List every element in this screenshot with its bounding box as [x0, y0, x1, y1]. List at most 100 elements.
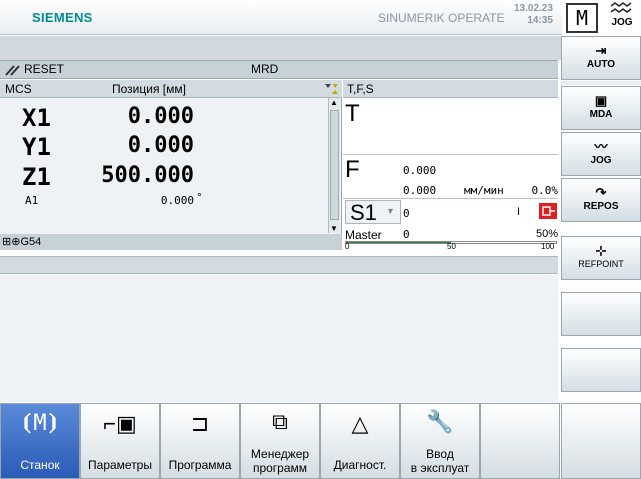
- spindle-direction: I: [517, 206, 521, 218]
- softkey-auto[interactable]: ⇥ AUTO: [561, 36, 641, 80]
- tfs-header: T,F,S: [343, 80, 558, 98]
- brand-logo: SIEMENS: [32, 10, 93, 25]
- softkey-repos-label: REPOS: [583, 201, 619, 212]
- softkey-refpoint[interactable]: ⊹ REFPOINT: [561, 236, 641, 280]
- axis-name-y1: Y1: [22, 133, 51, 161]
- spindle-selector[interactable]: S1 ▼: [345, 200, 401, 225]
- softkey-program-manager-label: Менеджер программ: [250, 447, 310, 475]
- axis-name-a1: A1: [25, 194, 39, 207]
- master-label: Master: [345, 228, 382, 242]
- scroll-down-icon[interactable]: ▼: [330, 224, 338, 233]
- softkey-empty-h7[interactable]: [480, 403, 560, 479]
- feed-value: 0.000: [403, 164, 437, 177]
- spindle-load-fill: [346, 242, 451, 243]
- tool-label: T: [345, 100, 360, 127]
- mda-window-icon: ▣: [594, 93, 608, 108]
- divider: [343, 154, 558, 155]
- softkey-empty-6[interactable]: [561, 292, 641, 336]
- repos-curve-icon: ↷: [595, 185, 607, 200]
- axis-value-y1: 0.000: [127, 133, 194, 158]
- softkey-auto-label: AUTO: [586, 59, 616, 70]
- refpoint-icon: ⊹: [595, 243, 607, 258]
- softkey-empty-8[interactable]: [561, 403, 641, 479]
- softkey-diagnostics[interactable]: △ Диагност.: [320, 403, 400, 479]
- zoom-toggle-icon[interactable]: [323, 82, 339, 96]
- machine-icon: ⦗M⦘: [20, 411, 60, 436]
- parameters-icon: ⌐▣: [103, 411, 137, 436]
- axis-unit-a1: °: [197, 190, 202, 204]
- spindle-label: S1: [350, 200, 377, 225]
- axis-value-z1: 500.000: [101, 163, 194, 188]
- softkey-spacer: [561, 81, 641, 85]
- feed-label: F: [345, 156, 360, 183]
- jog-mode-indicator: JOG: [605, 1, 639, 35]
- jog-wave-icon: 〰: [594, 139, 608, 154]
- softkey-jog[interactable]: 〰 JOG: [561, 132, 641, 176]
- scroll-up-icon[interactable]: ▲: [330, 98, 338, 107]
- date-text: 13.02.23: [514, 3, 553, 14]
- tfs-title: T,F,S: [347, 82, 374, 96]
- frame-label: G54: [20, 236, 42, 248]
- softkey-machine-label: Станок: [20, 458, 60, 472]
- position-scrollbar[interactable]: ▲ ▼: [328, 98, 340, 233]
- coordinate-system-label: MCS: [5, 82, 32, 96]
- spindle-stop-icon: [539, 203, 557, 219]
- program-block-display: [0, 275, 558, 402]
- program-manager-icon: ⧉: [272, 409, 288, 434]
- master-value: 0: [403, 228, 410, 241]
- mrd-status: MRD: [251, 62, 279, 76]
- softkey-program-label: Программа: [168, 458, 232, 472]
- frame-icon: ⊞⊕: [2, 236, 21, 248]
- softkey-diagnostics-label: Диагност.: [333, 458, 387, 472]
- time-text: 14:35: [527, 15, 553, 26]
- feed-unit: мм/мин: [464, 184, 504, 197]
- program-status-line: [0, 256, 558, 274]
- softkey-commissioning-label: Ввод в эксплуат: [410, 447, 470, 475]
- scale-mid: 50: [447, 242, 456, 251]
- axis-value-a1: 0.000: [160, 194, 194, 207]
- softkey-parameters-label: Параметры: [88, 458, 152, 472]
- softkey-machine[interactable]: ⦗M⦘ Станок: [0, 403, 80, 479]
- feed-actual: 0.000: [403, 184, 437, 197]
- jog-wave-icon: [610, 2, 632, 13]
- softkey-mda[interactable]: ▣ MDA: [561, 86, 641, 130]
- axis-value-x1: 0.000: [127, 104, 194, 129]
- reset-status: RESET: [24, 62, 65, 76]
- auto-arrow-icon: ⇥: [595, 43, 607, 58]
- position-header: MCS Позиция [мм]: [0, 80, 342, 98]
- axis-name-x1: X1: [22, 104, 51, 132]
- spindle-value: 0: [403, 207, 410, 220]
- softkey-parameters[interactable]: ⌐▣ Параметры: [80, 403, 160, 479]
- alarm-line: [0, 36, 562, 60]
- jog-label: JOG: [611, 17, 633, 28]
- scroll-thumb[interactable]: [330, 110, 339, 220]
- master-percent: 50%: [535, 228, 558, 240]
- reset-slash-icon: [5, 65, 20, 76]
- scale-min: 0: [345, 242, 350, 251]
- channel-status-bar: RESET MRD: [0, 60, 558, 79]
- softkey-empty-7[interactable]: [561, 348, 641, 392]
- wrench-icon: 🔧: [426, 409, 454, 434]
- softkey-refpoint-label: REFPOINT: [578, 259, 624, 269]
- axis-name-z1: Z1: [22, 163, 51, 191]
- frame-status: ⊞⊕G54: [0, 234, 342, 250]
- machine-mode-icon[interactable]: M: [566, 3, 598, 33]
- tfs-window: T,F,S T F 0.000 0.000 мм/мин 0.0% S1 ▼ 0…: [343, 80, 559, 251]
- softkey-commissioning[interactable]: 🔧 Ввод в эксплуат: [400, 403, 480, 479]
- position-column-header: Позиция [мм]: [112, 82, 186, 96]
- program-icon: ⊐: [190, 411, 210, 436]
- position-window: MCS Позиция [мм] X1 0.000 Y1 0.000 Z1 50…: [0, 80, 342, 250]
- softkey-program-manager[interactable]: ⧉ Менеджер программ: [240, 403, 320, 479]
- product-name: SINUMERIK OPERATE: [378, 11, 505, 25]
- scale-max: 100: [541, 242, 555, 251]
- softkey-program[interactable]: ⊐ Программа: [160, 403, 240, 479]
- date-time: 13.02.23 14:35: [514, 3, 553, 27]
- dropdown-chevron-icon[interactable]: ▼: [386, 206, 395, 216]
- divider: [343, 198, 558, 199]
- feed-percent: 0.0%: [531, 184, 559, 197]
- softkey-repos[interactable]: ↷ REPOS: [561, 178, 641, 222]
- softkey-jog-label: JOG: [590, 155, 612, 166]
- softkey-mda-label: MDA: [589, 109, 613, 120]
- diagnostics-icon: △: [351, 411, 369, 436]
- header-bar: SIEMENS SINUMERIK OPERATE 13.02.23 14:35: [0, 0, 562, 35]
